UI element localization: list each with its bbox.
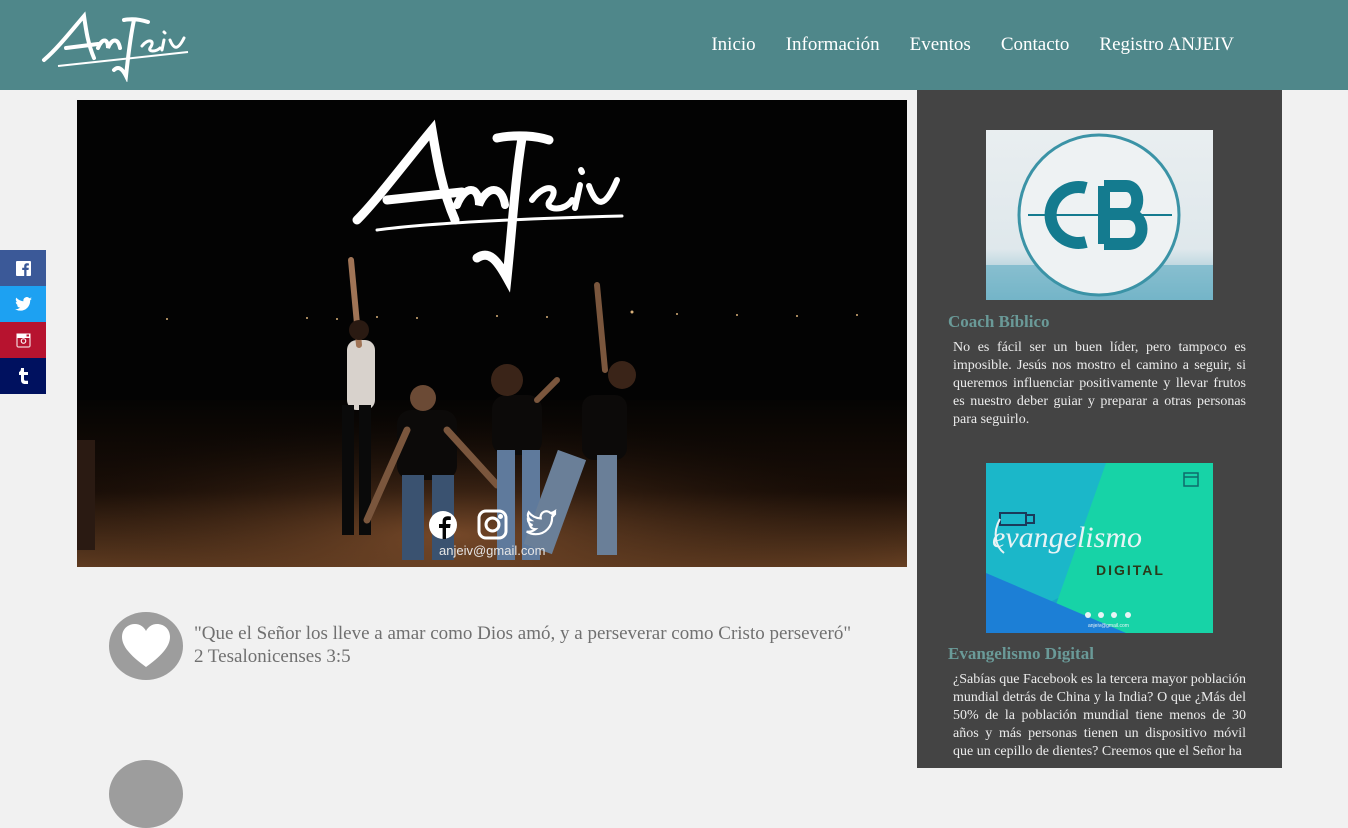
hero-image [77, 100, 907, 567]
instagram-icon [16, 333, 30, 347]
svg-text:DIGITAL: DIGITAL [1096, 562, 1165, 578]
nav-contacto[interactable]: Contacto [1001, 34, 1070, 56]
coach-biblico-image[interactable] [986, 130, 1213, 300]
anjeiv-logo[interactable] [38, 8, 194, 82]
quote-reference: 2 Tesalonicenses 3:5 [194, 646, 351, 667]
svg-text:evangelismo: evangelismo [992, 521, 1142, 554]
tumblr-share-button[interactable] [0, 358, 46, 394]
quote-text: "Que el Señor los lleve a amar como Dios… [194, 622, 851, 668]
hero-email: anjeiv@gmail.com [439, 543, 546, 558]
instagram-share-button[interactable] [0, 322, 46, 358]
main-nav: Inicio Información Eventos Contacto Regi… [711, 34, 1234, 56]
social-share-bar [0, 250, 46, 394]
nav-informacion[interactable]: Información [786, 34, 880, 56]
svg-text:anjeiv@gmail.com: anjeiv@gmail.com [1088, 623, 1129, 629]
sidebar: Coach Bíblico No es fácil ser un buen lí… [917, 90, 1282, 768]
nav-inicio[interactable]: Inicio [711, 34, 755, 56]
twitter-icon [14, 297, 32, 311]
quote-item: "Que el Señor los lleve a amar como Dios… [109, 612, 909, 682]
nav-registro[interactable]: Registro ANJEIV [1099, 34, 1234, 56]
evangelismo-digital-image[interactable]: evangelismo DIGITAL anjeiv@gmail.com [986, 463, 1213, 633]
facebook-icon [15, 260, 31, 276]
quote-avatar [109, 612, 183, 680]
heart-icon [122, 624, 170, 667]
site-header: Inicio Información Eventos Contacto Regi… [0, 0, 1348, 90]
card-description: ¿Sabías que Facebook es la tercera mayor… [953, 672, 1246, 759]
card-description: No es fácil ser un buen líder, pero tamp… [953, 340, 1246, 427]
quote-avatar-2 [109, 760, 183, 828]
facebook-share-button[interactable] [0, 250, 46, 286]
nav-eventos[interactable]: Eventos [910, 34, 971, 56]
hero-banner: anjeiv@gmail.com [77, 100, 907, 567]
twitter-share-button[interactable] [0, 286, 46, 322]
quote-body: "Que el Señor los lleve a amar como Dios… [194, 623, 852, 644]
card-title[interactable]: Evangelismo Digital [948, 644, 1094, 664]
hero-facebook-icon [429, 511, 457, 539]
card-title[interactable]: Coach Bíblico [948, 312, 1050, 332]
tumblr-icon [18, 368, 28, 384]
